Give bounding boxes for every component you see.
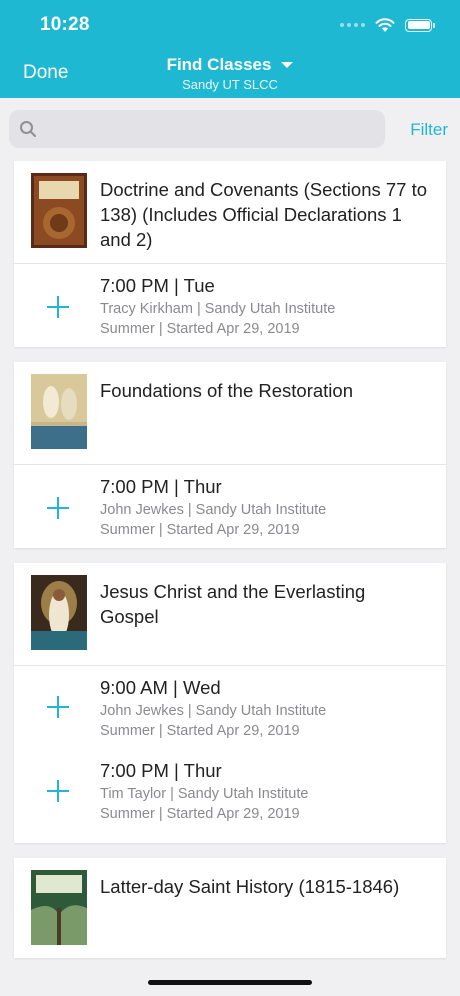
session-time: 7:00 PM | Thur xyxy=(100,760,222,781)
add-class-icon[interactable] xyxy=(47,296,69,318)
course-card: Jesus Christ and the Everlasting Gospel … xyxy=(14,563,446,843)
session-instructor: John Jewkes | Sandy Utah Institute xyxy=(100,703,327,719)
course-card: Foundations of the Restoration 7:00 PM |… xyxy=(14,362,446,548)
course-thumbnail xyxy=(31,575,87,650)
add-class-icon[interactable] xyxy=(47,497,69,519)
course-title: Doctrine and Covenants (Sections 77 to 1… xyxy=(100,179,428,250)
course-header[interactable]: Jesus Christ and the Everlasting Gospel xyxy=(14,563,446,666)
course-card: Latter-day Saint History (1815-1846) xyxy=(14,858,446,958)
wifi-icon xyxy=(375,17,395,32)
course-thumbnail xyxy=(31,173,87,248)
session-time: 7:00 PM | Thur xyxy=(100,476,222,497)
session-term: Summer | Started Apr 29, 2019 xyxy=(100,723,300,739)
course-header[interactable]: Latter-day Saint History (1815-1846) xyxy=(14,858,446,961)
course-thumbnail xyxy=(31,374,87,449)
class-session: 7:00 PM | Thur John Jewkes | Sandy Utah … xyxy=(14,465,446,548)
search-input[interactable] xyxy=(45,120,365,138)
class-session: 7:00 PM | Tue Tracy Kirkham | Sandy Utah… xyxy=(14,264,446,347)
search-bar[interactable] xyxy=(9,110,385,148)
status-icons xyxy=(340,14,435,36)
nav-bar: 10:28 Done Find Classes Sandy UT SLCC xyxy=(0,0,460,98)
session-term: Summer | Started Apr 29, 2019 xyxy=(100,321,300,337)
session-instructor: Tim Taylor | Sandy Utah Institute xyxy=(100,786,309,802)
course-header[interactable]: Doctrine and Covenants (Sections 77 to 1… xyxy=(14,161,446,264)
course-header[interactable]: Foundations of the Restoration xyxy=(14,362,446,465)
class-session: 9:00 AM | Wed John Jewkes | Sandy Utah I… xyxy=(14,666,446,760)
add-class-icon[interactable] xyxy=(47,696,69,718)
filter-button[interactable]: Filter xyxy=(410,120,448,140)
course-card: Doctrine and Covenants (Sections 77 to 1… xyxy=(14,161,446,347)
nav-title-group[interactable]: Find Classes Sandy UT SLCC xyxy=(0,55,460,92)
search-icon xyxy=(20,121,36,137)
session-time: 9:00 AM | Wed xyxy=(100,677,221,698)
session-instructor: Tracy Kirkham | Sandy Utah Institute xyxy=(100,301,336,317)
course-thumbnail xyxy=(31,870,87,945)
chevron-down-icon xyxy=(281,62,294,68)
signal-icon xyxy=(340,23,365,27)
location-subtitle: Sandy UT SLCC xyxy=(182,77,278,92)
session-time: 7:00 PM | Tue xyxy=(100,275,215,296)
page-title: Find Classes xyxy=(166,55,272,74)
session-term: Summer | Started Apr 29, 2019 xyxy=(100,806,300,822)
session-term: Summer | Started Apr 29, 2019 xyxy=(100,522,300,538)
home-indicator[interactable] xyxy=(148,980,312,985)
course-title: Latter-day Saint History (1815-1846) xyxy=(100,876,400,897)
status-time: 10:28 xyxy=(40,14,90,35)
course-title: Foundations of the Restoration xyxy=(100,380,353,401)
add-class-icon[interactable] xyxy=(47,780,69,802)
session-instructor: John Jewkes | Sandy Utah Institute xyxy=(100,502,327,518)
course-title: Jesus Christ and the Everlasting Gospel xyxy=(100,581,366,627)
class-session: 7:00 PM | Thur Tim Taylor | Sandy Utah I… xyxy=(14,760,446,843)
battery-icon xyxy=(405,18,435,32)
